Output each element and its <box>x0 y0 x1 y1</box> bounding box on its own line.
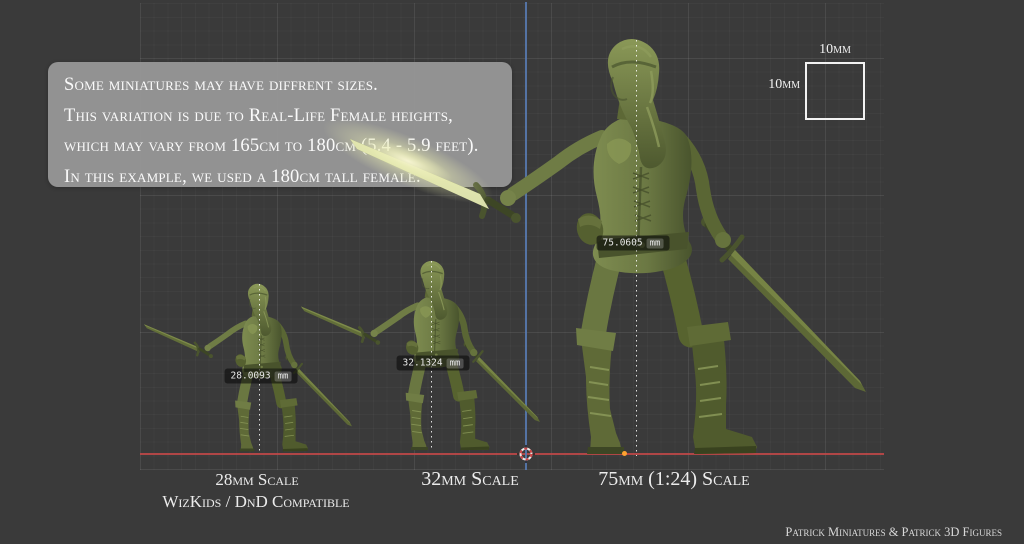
scale-sublabel-28mm: WizKids / DnD Compatible <box>162 492 349 512</box>
measure-unit: mm <box>275 371 292 381</box>
measure-value-75mm: 75.0605 mm <box>597 236 670 251</box>
3d-cursor-icon[interactable] <box>517 445 535 468</box>
measure-value-28mm: 28.0093 mm <box>225 369 298 384</box>
object-origin-dot <box>622 451 627 456</box>
scale-label-28mm: 28mm Scale <box>215 470 298 490</box>
scale-label-32mm: 32mm Scale <box>421 468 519 491</box>
measure-number: 32.1324 <box>403 358 443 369</box>
reference-square-side-label: 10mm <box>756 77 800 93</box>
measure-number: 28.0093 <box>231 371 271 382</box>
measure-unit: mm <box>447 358 464 368</box>
measure-number: 75.0605 <box>603 238 643 249</box>
reference-square-top-label: 10mm <box>806 42 864 58</box>
scale-label-75mm: 75mm (1:24) Scale <box>598 468 749 491</box>
brand-credit: Patrick Miniatures & Patrick 3D Figures <box>785 525 1002 540</box>
measure-unit: mm <box>647 238 664 248</box>
measure-value-32mm: 32.1324 mm <box>397 356 470 371</box>
viewport-3d[interactable]: Some miniatures may have diffrent sizes.… <box>0 0 1024 544</box>
reference-square-10mm <box>805 62 865 120</box>
